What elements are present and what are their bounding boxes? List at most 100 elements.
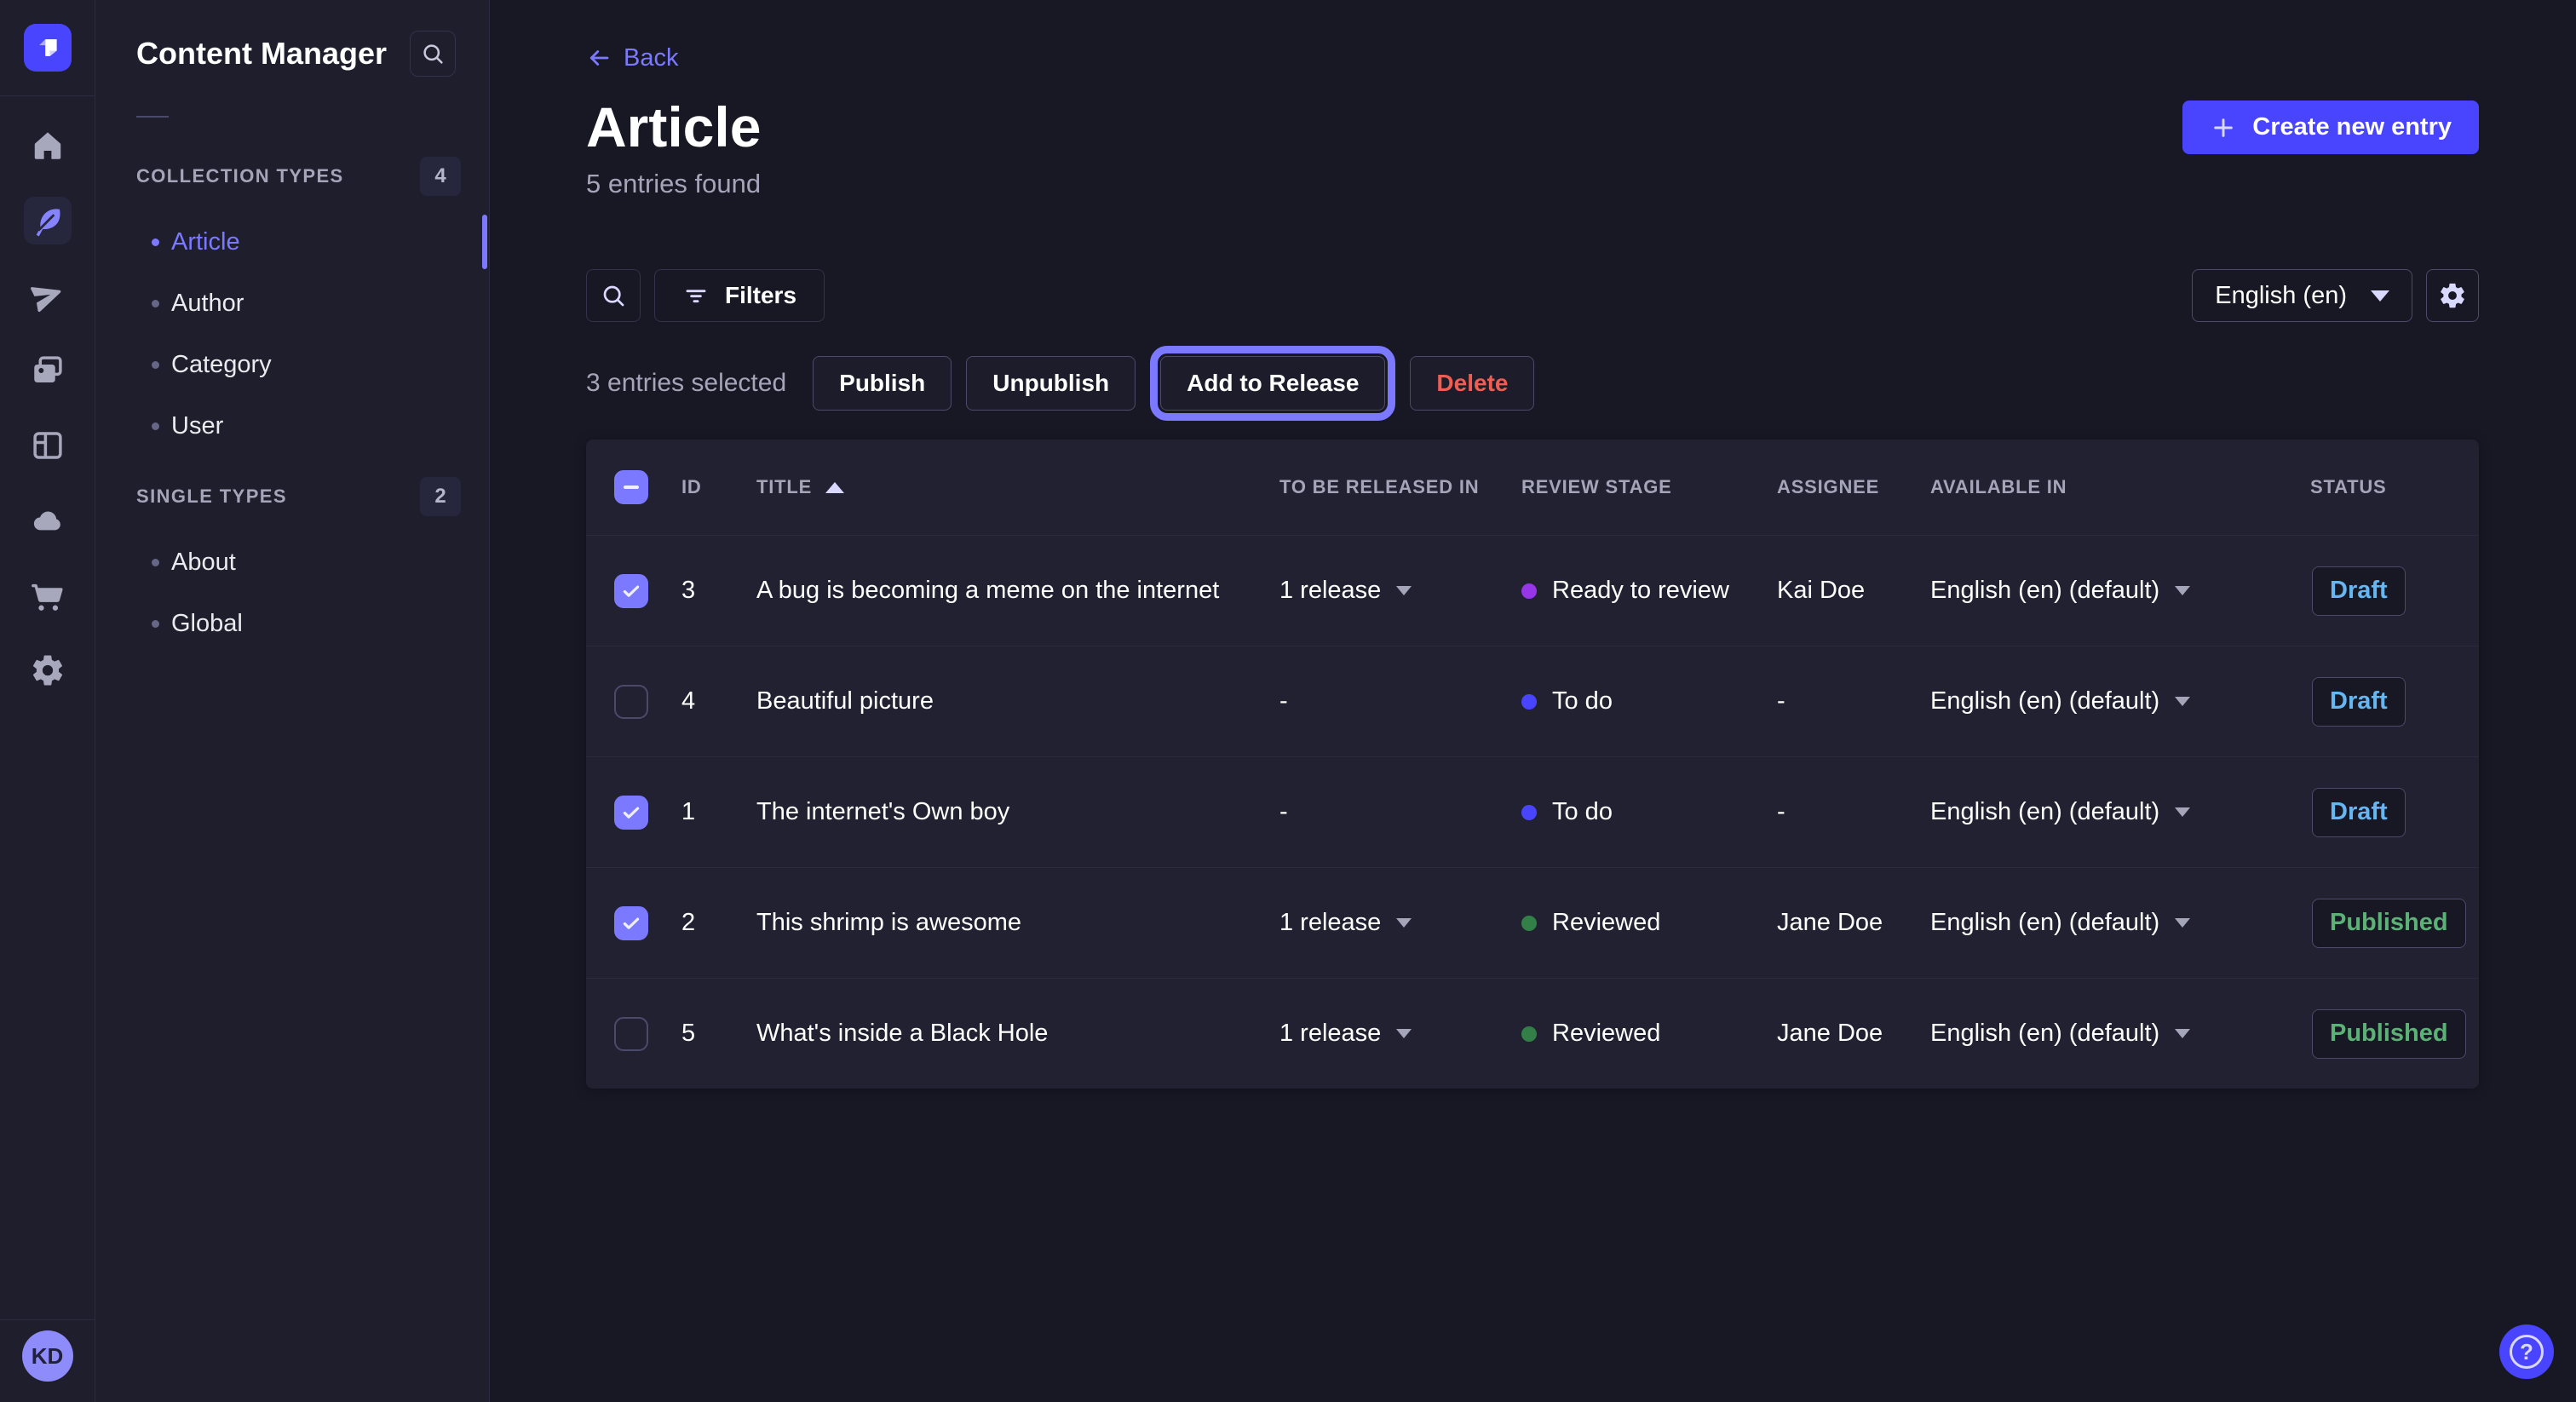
sidebar-item[interactable]: About [95,531,489,593]
select-all-checkbox[interactable] [614,470,648,504]
row-checkbox[interactable] [614,574,648,608]
chevron-down-icon [2175,697,2190,706]
bulk-action-bar: 3 entries selected Publish Unpublish Add… [586,356,2479,411]
row-release[interactable]: 1 release [1279,577,1521,605]
create-new-entry-button[interactable]: Create new entry [2182,101,2479,154]
filters-button[interactable]: Filters [654,269,825,322]
single-types-section: SINGLE TYPES 2 About Global [95,477,489,654]
gear-icon[interactable] [24,646,72,694]
table-row[interactable]: 4 Beautiful picture - To do - English ( [586,646,2479,756]
selected-count-text: 3 entries selected [586,369,786,398]
status-badge: Published [2312,1009,2466,1059]
row-title: What's inside a Black Hole [756,1020,1279,1048]
row-id: 1 [681,798,756,826]
table-row[interactable]: 5 What's inside a Black Hole 1 release R… [586,978,2479,1089]
row-available-in[interactable]: English (en) (default) [1930,687,2310,715]
add-to-release-button[interactable]: Add to Release [1160,356,1385,411]
row-assignee: - [1777,798,1930,826]
row-release[interactable]: 1 release [1279,909,1521,937]
column-header-title[interactable]: TITLE [756,476,1279,498]
home-icon[interactable] [24,122,72,170]
row-checkbox[interactable] [614,685,648,719]
chevron-down-icon [1396,1029,1412,1038]
status-badge: Published [2312,899,2466,948]
row-review-stage: Ready to review [1521,577,1777,605]
rail-bottom: KD [0,1296,95,1402]
row-available-in[interactable]: English (en) (default) [1930,909,2310,937]
table-row[interactable]: 1 The internet's Own boy - To do - Engl [586,756,2479,867]
delete-button[interactable]: Delete [1410,356,1534,411]
chevron-down-icon [2175,807,2190,817]
page-title: Article [586,99,761,155]
sort-ascending-icon [825,482,844,493]
sidebar-divider [136,116,169,118]
row-checkbox[interactable] [614,1017,648,1051]
row-release[interactable]: - [1279,798,1521,826]
row-checkbox[interactable] [614,796,648,830]
cloud-icon[interactable] [24,497,72,544]
feather-icon[interactable] [24,197,72,244]
section-label: SINGLE TYPES [136,486,287,508]
search-button[interactable] [586,269,641,322]
row-available-in[interactable]: English (en) (default) [1930,577,2310,605]
row-title: Beautiful picture [756,687,1279,715]
status-badge: Draft [2312,788,2406,837]
paper-plane-icon[interactable] [24,272,72,319]
status-badge: Draft [2312,566,2406,616]
row-status: Draft [2310,566,2479,616]
check-icon [620,580,642,602]
rail-bottom-divider [0,1319,95,1320]
sidebar-item[interactable]: Author [95,273,489,334]
status-badge: Draft [2312,677,2406,727]
strapi-logo[interactable] [24,24,72,72]
row-release[interactable]: - [1279,687,1521,715]
row-status: Published [2310,1009,2479,1059]
strapi-logo-glyph [33,33,62,62]
gear-icon [2438,281,2467,310]
sidebar-item[interactable]: User [95,395,489,457]
row-id: 3 [681,577,756,605]
row-review-stage: To do [1521,798,1777,826]
row-assignee: Jane Doe [1777,909,1930,937]
row-assignee: - [1777,687,1930,715]
settings-button[interactable] [2426,269,2479,322]
unpublish-button[interactable]: Unpublish [966,356,1136,411]
cart-icon[interactable] [24,572,72,619]
row-release[interactable]: 1 release [1279,1020,1521,1048]
row-available-in[interactable]: English (en) (default) [1930,798,2310,826]
bullet-icon [152,422,159,430]
single-types-list: About Global [95,531,489,654]
publish-button[interactable]: Publish [813,356,952,411]
table-row[interactable]: 2 This shrimp is awesome 1 release Revie… [586,867,2479,978]
sidebar-item[interactable]: Global [95,593,489,654]
media-library-icon[interactable] [24,347,72,394]
row-id: 2 [681,909,756,937]
help-button[interactable]: ? [2499,1324,2554,1379]
column-header-assignee: ASSIGNEE [1777,476,1930,498]
row-checkbox[interactable] [614,906,648,940]
sidebar-item-label: Global [171,610,243,638]
row-review-stage: Reviewed [1521,909,1777,937]
layout-builder-icon[interactable] [24,422,72,469]
row-available-in[interactable]: English (en) (default) [1930,1020,2310,1048]
table-row[interactable]: 3 A bug is becoming a meme on the intern… [586,535,2479,646]
row-title: The internet's Own boy [756,798,1279,826]
chevron-down-icon [2371,290,2389,302]
section-label: COLLECTION TYPES [136,165,344,187]
stage-dot-icon [1521,805,1537,820]
row-status: Draft [2310,677,2479,727]
arrow-left-icon [586,45,612,71]
stage-dot-icon [1521,694,1537,710]
sidebar-item[interactable]: Category [95,334,489,395]
back-link[interactable]: Back [586,43,678,73]
sidebar-item-label: About [171,549,236,577]
sidebar-search-button[interactable] [410,31,456,77]
locale-select[interactable]: English (en) [2192,269,2412,322]
user-avatar[interactable]: KD [22,1330,73,1382]
chevron-down-icon [2175,918,2190,928]
sidebar-item-label: User [171,412,223,440]
row-review-stage: Reviewed [1521,1020,1777,1048]
row-assignee: Kai Doe [1777,577,1930,605]
sidebar-item[interactable]: Article [95,211,489,273]
plus-icon [2210,114,2237,141]
